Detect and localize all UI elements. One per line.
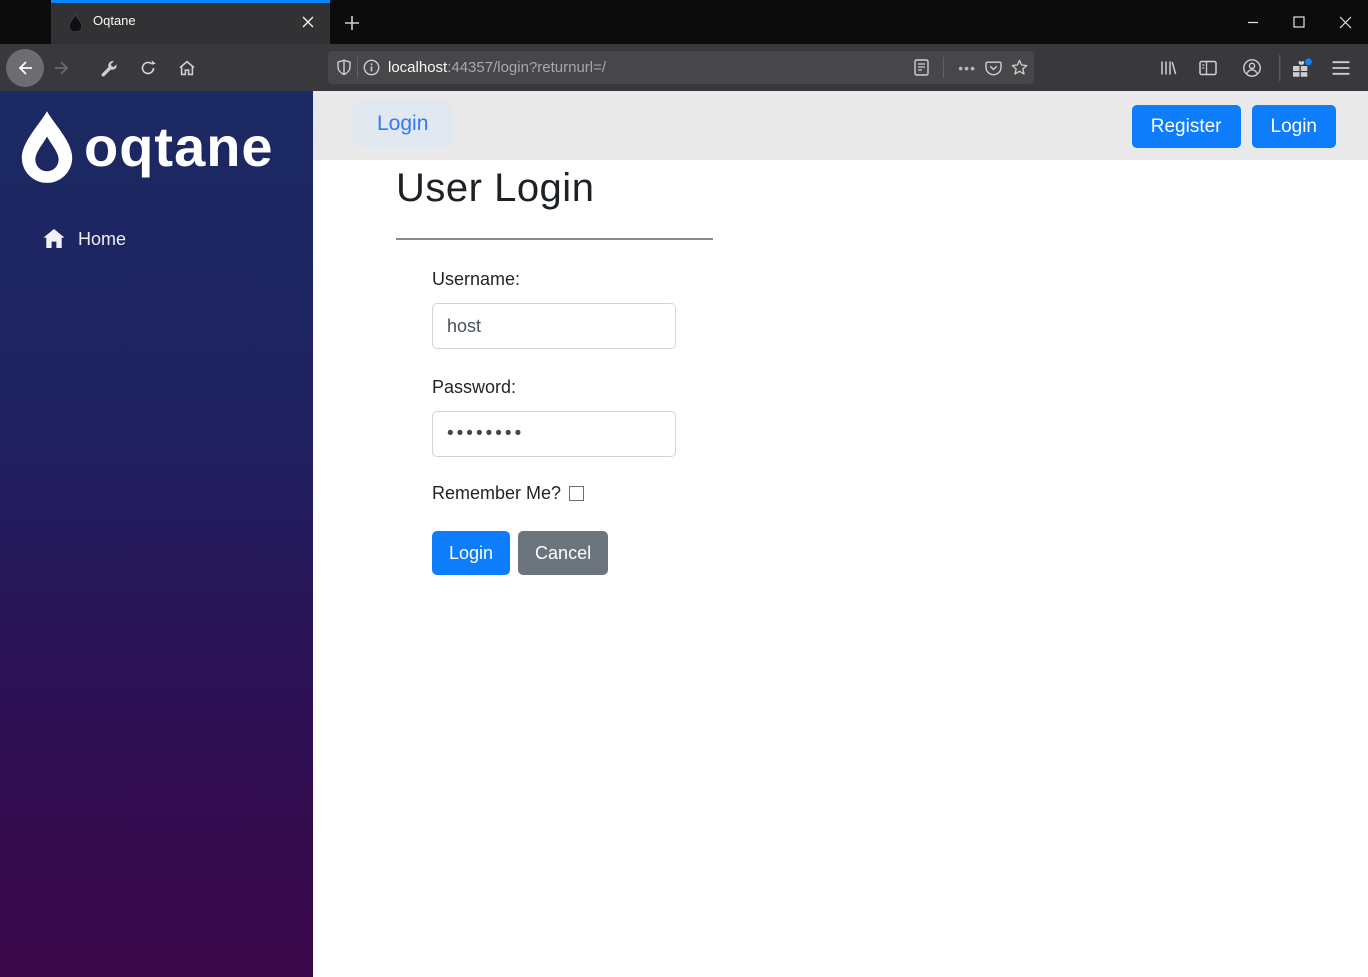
password-label: Password: bbox=[432, 377, 517, 397]
tab-oqtane[interactable]: Oqtane bbox=[51, 0, 330, 44]
header-login-button[interactable]: Login bbox=[1251, 105, 1336, 148]
url-host: localhost bbox=[388, 59, 448, 76]
pocket-icon[interactable] bbox=[985, 60, 1002, 76]
page-main: Login Register Login User Login Username… bbox=[313, 91, 1368, 977]
url-bar[interactable]: localhost:44357/login?returnurl=/ ••• bbox=[328, 51, 1034, 84]
title-divider bbox=[396, 238, 713, 240]
account-icon[interactable] bbox=[1243, 58, 1262, 77]
sidebar-item-label: Home bbox=[78, 229, 127, 249]
password-input[interactable] bbox=[432, 411, 676, 457]
browser-window: Oqtane localhost:44357/login?returnurl=/… bbox=[0, 0, 1368, 977]
form-actions: Login Cancel bbox=[432, 531, 676, 575]
forward-button[interactable] bbox=[53, 59, 71, 77]
site-sidebar: oqtane Home bbox=[0, 91, 313, 977]
remember-me-label: Remember Me? bbox=[432, 483, 562, 503]
reload-button[interactable] bbox=[140, 59, 157, 76]
page-title: User Login bbox=[396, 166, 595, 210]
sidebar-toggle-icon[interactable] bbox=[1199, 60, 1217, 76]
login-form: Username: Password: Remember Me? Login C… bbox=[432, 269, 676, 575]
home-button[interactable] bbox=[178, 59, 196, 77]
page-actions-icon[interactable]: ••• bbox=[958, 60, 976, 76]
oqtane-logo-text: oqtane bbox=[84, 114, 274, 178]
window-controls bbox=[1230, 0, 1368, 44]
breadcrumb[interactable]: Login bbox=[353, 100, 453, 147]
username-label: Username: bbox=[432, 269, 521, 289]
username-input[interactable] bbox=[432, 303, 676, 349]
remember-me-row: Remember Me? bbox=[432, 483, 676, 504]
home-icon bbox=[43, 229, 65, 248]
page-header: Login Register Login bbox=[313, 91, 1368, 160]
tracking-protection-shield-icon[interactable] bbox=[336, 59, 352, 76]
close-button[interactable] bbox=[1322, 0, 1368, 44]
bookmark-star-icon[interactable] bbox=[1011, 59, 1028, 76]
toolbar-divider bbox=[1279, 54, 1281, 81]
maximize-button[interactable] bbox=[1276, 0, 1322, 44]
urlbar-divider-2 bbox=[943, 57, 945, 78]
oqtane-logo[interactable]: oqtane bbox=[16, 109, 274, 187]
reader-mode-icon[interactable] bbox=[914, 59, 929, 76]
menu-hamburger-icon[interactable] bbox=[1332, 60, 1350, 75]
whats-new-gift-icon[interactable] bbox=[1291, 57, 1313, 78]
tab-title: Oqtane bbox=[93, 13, 136, 28]
login-button[interactable]: Login bbox=[432, 531, 511, 575]
urlbar-divider bbox=[357, 57, 358, 78]
oqtane-drop-icon bbox=[21, 111, 73, 183]
tab-bar: Oqtane bbox=[0, 0, 1368, 44]
register-button[interactable]: Register bbox=[1131, 105, 1241, 148]
browser-toolbar: localhost:44357/login?returnurl=/ ••• bbox=[0, 44, 1368, 91]
breadcrumb-label: Login bbox=[377, 111, 429, 135]
login-content: User Login Username: Password: Remember … bbox=[313, 160, 1368, 575]
back-button[interactable] bbox=[6, 48, 44, 87]
oqtane-favicon-drop-icon bbox=[68, 14, 83, 31]
tab-close-icon[interactable] bbox=[298, 12, 318, 32]
developer-wrench-icon[interactable] bbox=[100, 59, 117, 76]
url-text[interactable]: localhost:44357/login?returnurl=/ bbox=[388, 59, 606, 76]
site-info-icon[interactable] bbox=[363, 59, 380, 76]
url-path: :44357/login?returnurl=/ bbox=[447, 59, 607, 76]
minimize-button[interactable] bbox=[1230, 0, 1276, 44]
remember-me-checkbox[interactable] bbox=[569, 486, 585, 501]
library-icon[interactable] bbox=[1159, 59, 1177, 76]
sidebar-item-home[interactable]: Home bbox=[0, 219, 313, 263]
header-actions: Register Login bbox=[1131, 105, 1336, 148]
new-tab-button[interactable] bbox=[337, 8, 367, 38]
cancel-button[interactable]: Cancel bbox=[518, 531, 609, 575]
